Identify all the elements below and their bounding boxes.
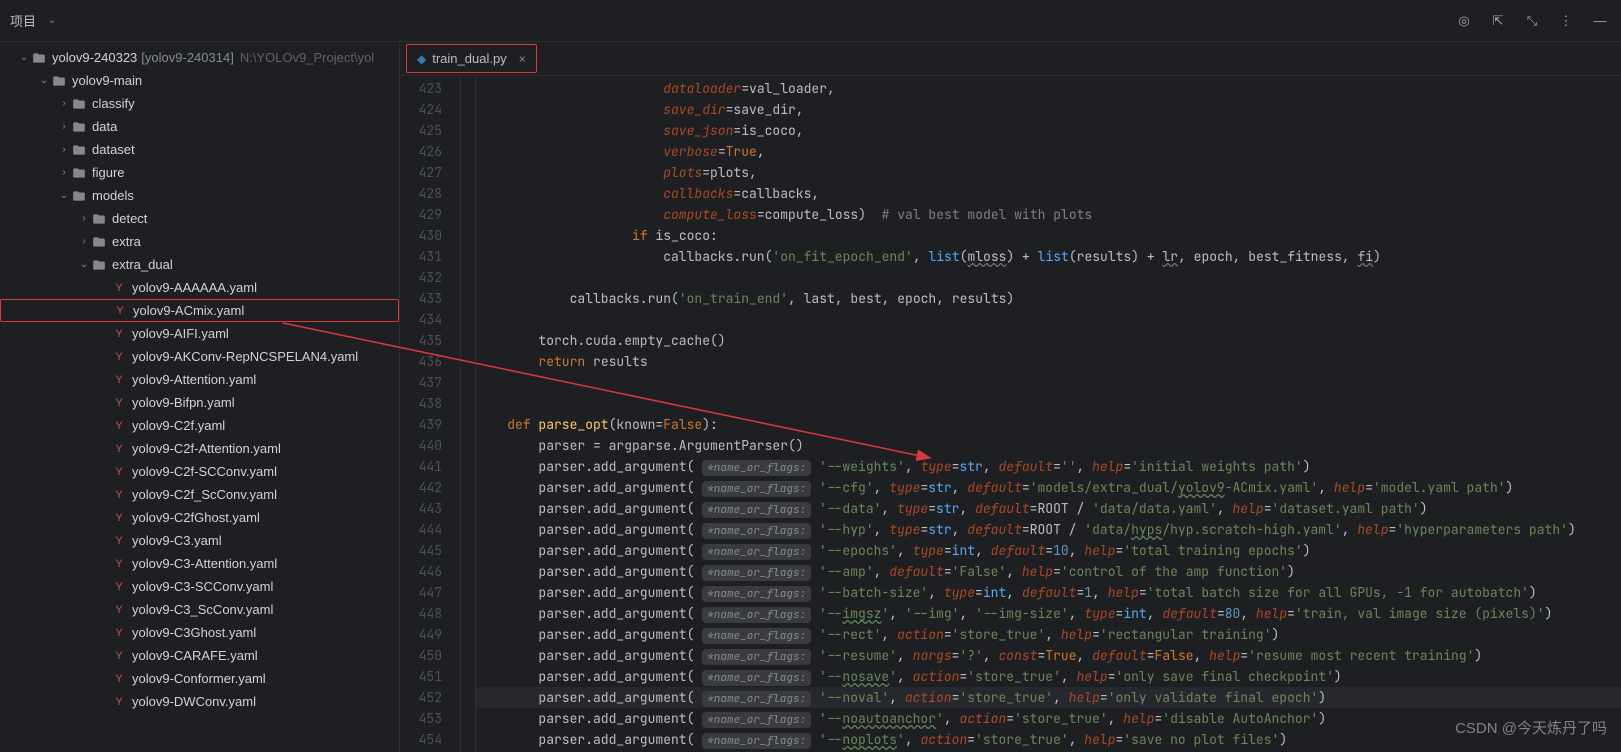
folder-icon [92, 212, 106, 226]
tree-file[interactable]: Y yolov9-AAAAAA.yaml [0, 276, 399, 299]
yaml-icon: Y [112, 351, 126, 363]
tree-file[interactable]: Y yolov9-C3.yaml [0, 529, 399, 552]
minimize-icon[interactable]: — [1589, 10, 1611, 32]
folder-icon [92, 235, 106, 249]
chevron-down-icon[interactable]: ⌄ [48, 15, 56, 26]
tree-file[interactable]: Y yolov9-AIFI.yaml [0, 322, 399, 345]
project-toolbar: 项目 ⌄ ◎ ⇱ ⤡ ⋮ — [0, 0, 1621, 42]
tree-root[interactable]: ⌄ yolov9-240323 [yolov9-240314] N:\YOLOv… [0, 46, 399, 69]
expand-icon[interactable]: ⇱ [1487, 10, 1509, 32]
tab-label: train_dual.py [432, 51, 506, 66]
yaml-icon: Y [112, 443, 126, 455]
folder-icon [72, 143, 86, 157]
code-editor[interactable]: 4234244254264274284294304314324334344354… [400, 76, 1621, 752]
tree-file[interactable]: Y yolov9-C2f-SCConv.yaml [0, 460, 399, 483]
chevron-right-icon[interactable]: › [76, 213, 92, 224]
chevron-right-icon[interactable]: › [56, 98, 72, 109]
root-path: N:\YOLOv9_Project\yol [240, 50, 374, 65]
tree-folder[interactable]: › detect [0, 207, 399, 230]
folder-icon [52, 74, 66, 88]
tree-file[interactable]: Y yolov9-DWConv.yaml [0, 690, 399, 713]
tree-file[interactable]: Y yolov9-CARAFE.yaml [0, 644, 399, 667]
project-label: 项目 [10, 11, 36, 30]
folder-icon [72, 166, 86, 180]
tree-file[interactable]: Y yolov9-AKConv-RepNCSPELAN4.yaml [0, 345, 399, 368]
yaml-icon: Y [112, 581, 126, 593]
editor-tabs: ◆ train_dual.py × [400, 42, 1621, 76]
tree-folder[interactable]: › extra [0, 230, 399, 253]
chevron-down-icon[interactable]: ⌄ [76, 259, 92, 270]
yaml-icon: Y [112, 673, 126, 685]
folder-icon [72, 120, 86, 134]
tree-file[interactable]: Y yolov9-C3-SCConv.yaml [0, 575, 399, 598]
line-gutter: 4234244254264274284294304314324334344354… [400, 76, 460, 752]
editor-area: ◆ train_dual.py × 4234244254264274284294… [400, 42, 1621, 752]
yaml-icon: Y [112, 604, 126, 616]
yaml-icon: Y [112, 466, 126, 478]
chevron-right-icon[interactable]: › [76, 236, 92, 247]
yaml-icon: Y [112, 420, 126, 432]
more-icon[interactable]: ⋮ [1555, 10, 1577, 32]
folder-icon [92, 258, 106, 272]
code-body[interactable]: dataloader=val_loader, save_dir=save_dir… [476, 76, 1621, 752]
tab-train-dual[interactable]: ◆ train_dual.py × [406, 44, 537, 73]
chevron-down-icon[interactable]: ⌄ [56, 190, 72, 201]
yaml-icon: Y [112, 489, 126, 501]
tree-folder[interactable]: › figure [0, 161, 399, 184]
chevron-right-icon[interactable]: › [56, 121, 72, 132]
tree-file[interactable]: Y yolov9-C2f.yaml [0, 414, 399, 437]
tree-file[interactable]: Y yolov9-Attention.yaml [0, 368, 399, 391]
root-name: yolov9-240323 [52, 50, 137, 65]
yaml-icon: Y [113, 305, 127, 317]
tree-file[interactable]: Y yolov9-C2f_ScConv.yaml [0, 483, 399, 506]
tree-folder-models[interactable]: ⌄ models [0, 184, 399, 207]
tree-file[interactable]: Y yolov9-Bifpn.yaml [0, 391, 399, 414]
yaml-icon: Y [112, 512, 126, 524]
yaml-icon: Y [112, 397, 126, 409]
folder-icon [72, 97, 86, 111]
tree-file[interactable]: Y yolov9-Conformer.yaml [0, 667, 399, 690]
yaml-icon: Y [112, 650, 126, 662]
locate-icon[interactable]: ◎ [1453, 10, 1475, 32]
fold-strip[interactable] [460, 76, 476, 752]
chevron-down-icon[interactable]: ⌄ [16, 52, 32, 63]
tree-folder[interactable]: ⌄ yolov9-main [0, 69, 399, 92]
yaml-icon: Y [112, 627, 126, 639]
yaml-icon: Y [112, 374, 126, 386]
folder-icon [32, 51, 46, 65]
chevron-right-icon[interactable]: › [56, 144, 72, 155]
tree-folder[interactable]: › classify [0, 92, 399, 115]
folder-icon [72, 189, 86, 203]
tree-folder-extra-dual[interactable]: ⌄ extra_dual [0, 253, 399, 276]
chevron-down-icon[interactable]: ⌄ [36, 75, 52, 86]
chevron-right-icon[interactable]: › [56, 167, 72, 178]
tree-file[interactable]: Y yolov9-C3Ghost.yaml [0, 621, 399, 644]
yaml-icon: Y [112, 282, 126, 294]
tree-folder[interactable]: › data [0, 115, 399, 138]
root-branch: [yolov9-240314] [141, 50, 234, 65]
collapse-icon[interactable]: ⤡ [1521, 10, 1543, 32]
close-icon[interactable]: × [519, 52, 526, 66]
yaml-icon: Y [112, 535, 126, 547]
yaml-icon: Y [112, 558, 126, 570]
tree-folder[interactable]: › dataset [0, 138, 399, 161]
python-icon: ◆ [417, 52, 426, 66]
yaml-icon: Y [112, 696, 126, 708]
project-tree[interactable]: ⌄ yolov9-240323 [yolov9-240314] N:\YOLOv… [0, 42, 400, 752]
tree-file[interactable]: Y yolov9-C3-Attention.yaml [0, 552, 399, 575]
tree-file[interactable]: Y yolov9-C2fGhost.yaml [0, 506, 399, 529]
tree-file[interactable]: Y yolov9-C3_ScConv.yaml [0, 598, 399, 621]
tree-file[interactable]: Y yolov9-C2f-Attention.yaml [0, 437, 399, 460]
tree-file[interactable]: Y yolov9-ACmix.yaml [0, 299, 399, 322]
yaml-icon: Y [112, 328, 126, 340]
watermark: CSDN @今天炼丹了吗 [1455, 717, 1607, 738]
